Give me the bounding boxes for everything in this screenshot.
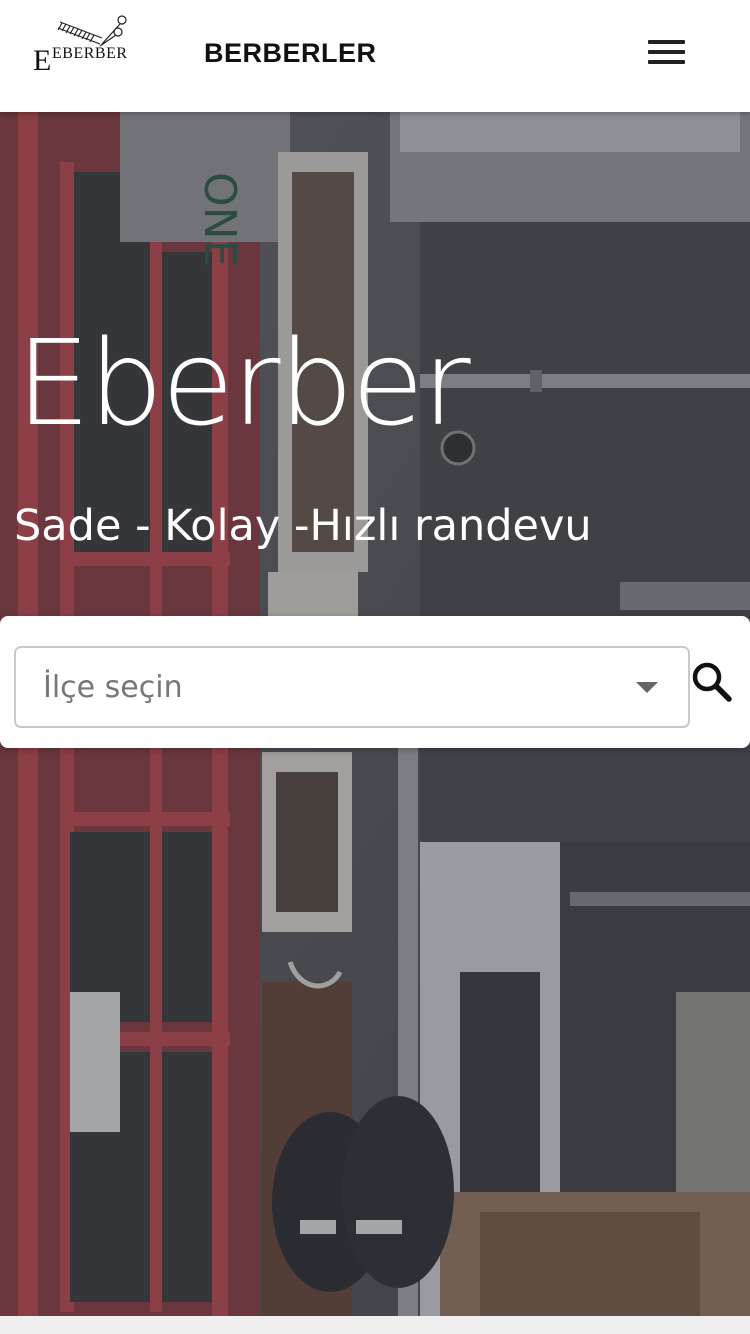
top-app-bar: E EBERBER BERBERLER — [0, 0, 750, 112]
logo-letter-e: E — [33, 44, 51, 76]
hero-subtitle: Sade - Kolay -Hızlı randevu — [14, 501, 592, 551]
hamburger-menu-icon[interactable] — [648, 40, 692, 74]
hero-title: Eberber — [16, 314, 471, 452]
brand-title[interactable]: BERBERLER — [204, 38, 377, 69]
eberber-logo[interactable]: E EBERBER — [30, 14, 130, 77]
district-search-card: İlçe seçin — [0, 616, 750, 748]
bottom-strip — [0, 1316, 750, 1334]
logo-text: EBERBER — [52, 45, 128, 62]
district-select-placeholder: İlçe seçin — [43, 670, 183, 705]
caret-down-icon — [636, 682, 658, 693]
district-select[interactable]: İlçe seçin — [14, 646, 690, 728]
search-icon[interactable] — [690, 660, 734, 704]
